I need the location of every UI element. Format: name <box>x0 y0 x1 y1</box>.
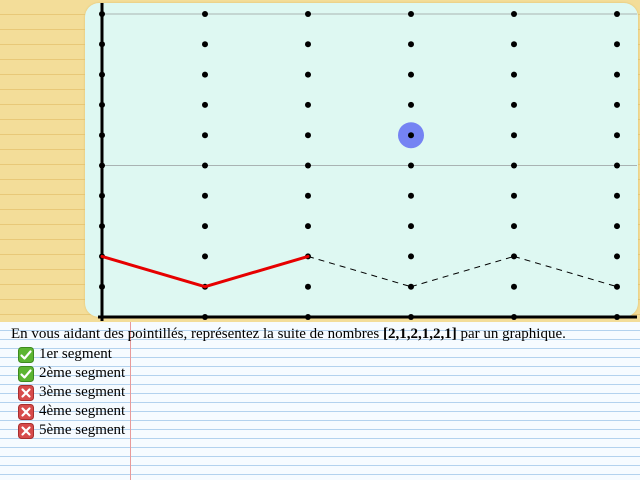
grid-dot <box>305 11 311 17</box>
guide-segment <box>513 255 618 288</box>
segment-label: 5ème segment <box>39 422 126 438</box>
guide-segment <box>410 255 515 288</box>
grid-dot <box>614 162 620 169</box>
grid-dot <box>511 11 517 17</box>
grid-dot <box>305 223 311 230</box>
instruction-text: En vous aidant des pointillés, représent… <box>11 326 566 343</box>
grid-dot <box>202 314 208 320</box>
axis-dot <box>99 132 105 139</box>
instruction-suffix: par un graphique. <box>456 326 566 342</box>
segment-label: 1er segment <box>39 346 112 362</box>
grid-dot <box>202 132 208 139</box>
axis-dot <box>99 71 105 78</box>
grid-dot <box>305 162 311 169</box>
segment-item: 5ème segment <box>18 421 125 440</box>
drawn-segment <box>203 254 310 289</box>
axis-dot <box>99 162 105 169</box>
guide-segment <box>307 255 412 288</box>
grid-dot <box>614 132 620 139</box>
grid-dot <box>408 253 414 260</box>
grid-dot <box>614 41 620 48</box>
segment-label: 4ème segment <box>39 403 126 419</box>
grid-dot <box>511 101 517 108</box>
axis-dot <box>99 192 105 199</box>
grid-dot <box>202 11 208 17</box>
grid-dot <box>305 71 311 78</box>
grid-dot <box>305 283 311 290</box>
grid-dot <box>408 223 414 230</box>
check-icon <box>18 346 34 363</box>
segment-item: 3ème segment <box>18 383 125 402</box>
instruction-prefix: En vous aidant des pointillés, représent… <box>11 326 383 342</box>
cross-icon <box>18 403 34 420</box>
segment-label: 3ème segment <box>39 384 126 400</box>
grid-dot <box>614 71 620 78</box>
grid-dot <box>408 71 414 78</box>
grid-dot <box>511 162 517 169</box>
axis-dot <box>99 101 105 108</box>
segment-checklist: 1er segment 2ème segment 3ème segment 4è… <box>18 345 125 440</box>
grid-dot <box>202 253 208 260</box>
grid-dot <box>305 132 311 139</box>
grid-dot <box>202 162 208 169</box>
grid-dot <box>614 314 620 320</box>
grid-dot <box>202 223 208 230</box>
grid-dot <box>408 11 414 17</box>
grid-dot <box>614 11 620 17</box>
segment-label: 2ème segment <box>39 365 126 381</box>
grid-dot <box>511 71 517 78</box>
grid-dot <box>614 192 620 199</box>
grid-dot <box>511 223 517 230</box>
grid-dot <box>408 41 414 48</box>
grid-dot <box>408 314 414 320</box>
segment-item: 2ème segment <box>18 364 125 383</box>
paper-margin-line <box>130 322 131 480</box>
grid-dot <box>202 71 208 78</box>
axis-dot <box>99 41 105 48</box>
axis-dot <box>99 11 105 17</box>
graph-board[interactable] <box>85 3 638 321</box>
check-icon <box>18 365 34 382</box>
grid-dot <box>408 101 414 108</box>
segment-item: 1er segment <box>18 345 125 364</box>
grid-dot <box>511 192 517 199</box>
drawn-segment <box>100 254 207 289</box>
instruction-sequence: [2,1,2,1,2,1] <box>382 326 457 342</box>
grid-dot <box>305 101 311 108</box>
grid-dot <box>511 283 517 290</box>
grid-dot <box>408 162 414 169</box>
axis-dot <box>99 283 105 290</box>
grid-dot <box>511 314 517 320</box>
grid-dot <box>202 192 208 199</box>
segment-item: 4ème segment <box>18 402 125 421</box>
grid-dot <box>305 41 311 48</box>
grid-dot <box>511 41 517 48</box>
graph-canvas[interactable] <box>85 3 640 333</box>
grid-dot <box>305 314 311 320</box>
cross-icon <box>18 384 34 401</box>
grid-dot <box>408 192 414 199</box>
grid-dot <box>202 101 208 108</box>
grid-dot <box>614 101 620 108</box>
grid-dot <box>511 132 517 139</box>
grid-dot <box>614 253 620 260</box>
cross-icon <box>18 422 34 439</box>
axis-dot <box>99 223 105 230</box>
grid-dot <box>614 223 620 230</box>
grid-dot <box>408 132 414 139</box>
grid-dot <box>202 41 208 48</box>
grid-dot <box>305 192 311 199</box>
